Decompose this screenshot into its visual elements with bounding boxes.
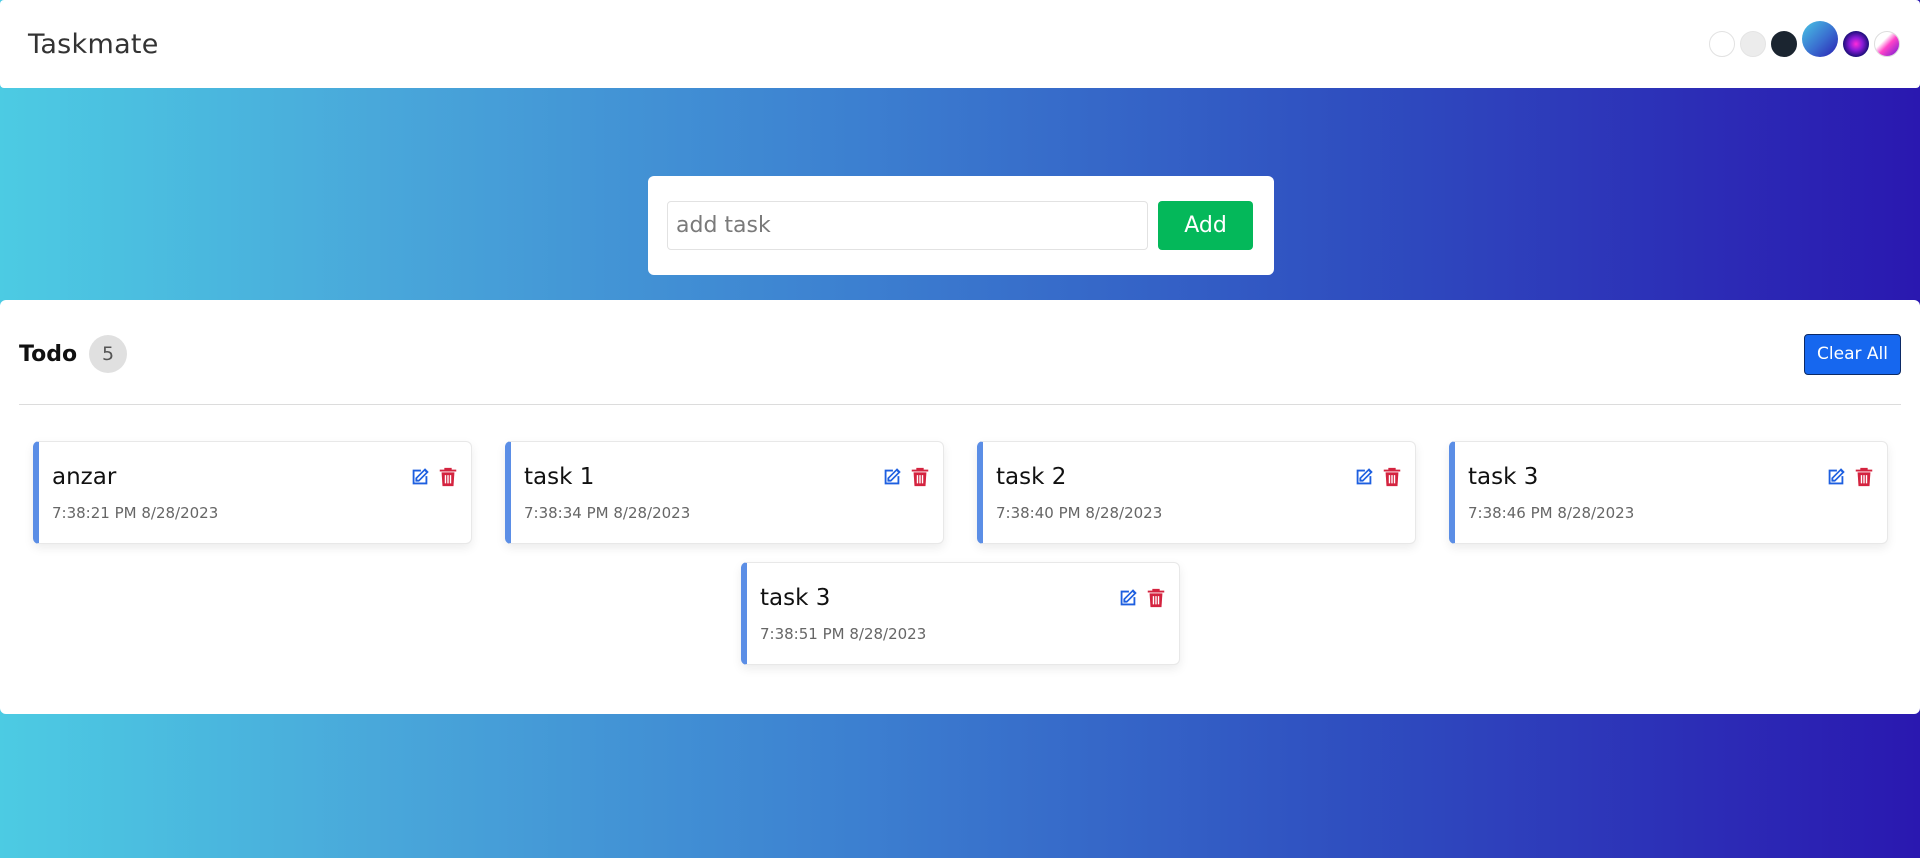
add-task-input[interactable] — [667, 201, 1148, 250]
delete-icon[interactable] — [1853, 466, 1875, 488]
task-card: task 3 7:38:51 PM 8/28/2023 — [741, 562, 1180, 665]
todo-title-group: Todo 5 — [19, 335, 128, 373]
task-card: task 1 7:38:34 PM 8/28/2023 — [505, 441, 944, 544]
theme-white-button[interactable] — [1709, 31, 1735, 57]
theme-blue-gradient-button[interactable] — [1802, 21, 1838, 57]
edit-icon[interactable] — [881, 466, 903, 488]
task-card: anzar 7:38:21 PM 8/28/2023 — [33, 441, 472, 544]
task-card: task 2 7:38:40 PM 8/28/2023 — [977, 441, 1416, 544]
task-timestamp: 7:38:21 PM 8/28/2023 — [52, 504, 219, 522]
theme-switcher — [1709, 21, 1900, 57]
edit-icon[interactable] — [1353, 466, 1375, 488]
task-timestamp: 7:38:46 PM 8/28/2023 — [1468, 504, 1635, 522]
delete-icon[interactable] — [437, 466, 459, 488]
task-title: anzar — [52, 464, 117, 490]
task-list: anzar 7:38:21 PM 8/28/2023 task 1 7:38:3… — [19, 405, 1901, 705]
edit-icon[interactable] — [1825, 466, 1847, 488]
edit-icon[interactable] — [1117, 587, 1139, 609]
task-title: task 3 — [760, 585, 831, 611]
edit-icon[interactable] — [409, 466, 431, 488]
todo-title: Todo — [19, 341, 78, 367]
theme-pink-button[interactable] — [1874, 31, 1900, 57]
task-card: task 3 7:38:46 PM 8/28/2023 — [1449, 441, 1888, 544]
task-timestamp: 7:38:34 PM 8/28/2023 — [524, 504, 691, 522]
todo-panel: Todo 5 Clear All anzar 7:38:21 PM 8/28/2… — [0, 300, 1920, 714]
delete-icon[interactable] — [1145, 587, 1167, 609]
task-title: task 3 — [1468, 464, 1539, 490]
task-timestamp: 7:38:51 PM 8/28/2023 — [760, 625, 927, 643]
add-task-button[interactable]: Add — [1158, 201, 1253, 250]
task-title: task 1 — [524, 464, 595, 490]
theme-light-button[interactable] — [1740, 31, 1766, 57]
delete-icon[interactable] — [1381, 466, 1403, 488]
todo-count-badge: 5 — [89, 335, 128, 373]
app-brand: Taskmate — [28, 28, 159, 60]
task-timestamp: 7:38:40 PM 8/28/2023 — [996, 504, 1163, 522]
todo-header: Todo 5 Clear All — [19, 300, 1901, 405]
app-header: Taskmate — [0, 0, 1920, 88]
add-task-form: Add — [648, 176, 1274, 275]
delete-icon[interactable] — [909, 466, 931, 488]
clear-all-button[interactable]: Clear All — [1804, 333, 1901, 375]
theme-dark-button[interactable] — [1771, 31, 1797, 57]
theme-purple-button[interactable] — [1843, 31, 1869, 57]
task-title: task 2 — [996, 464, 1067, 490]
